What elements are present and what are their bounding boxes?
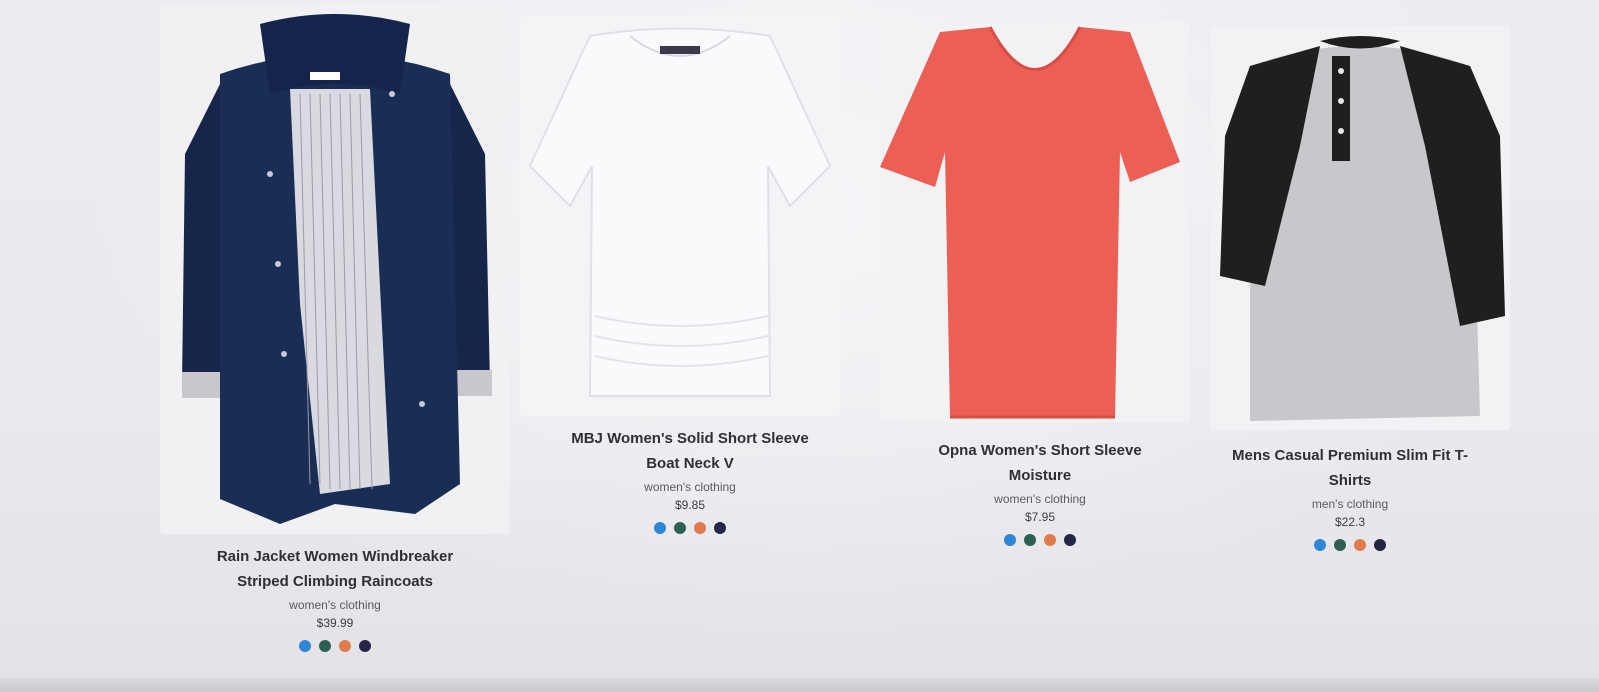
product-title-line1[interactable]: Mens Casual Premium Slim Fit T- xyxy=(1200,443,1500,468)
product-card-rain-jacket[interactable]: Rain Jacket Women Windbreaker Striped Cl… xyxy=(150,0,520,670)
product-card-boat-neck[interactable]: MBJ Women's Solid Short Sleeve Boat Neck… xyxy=(520,0,860,560)
product-price: $7.95 xyxy=(1024,510,1056,524)
swatch-navy[interactable] xyxy=(1064,534,1076,546)
swatch-dark-green[interactable] xyxy=(1334,539,1346,551)
color-swatches xyxy=(1200,539,1500,551)
product-price: $22.3 xyxy=(1334,515,1366,529)
product-category: men's clothing xyxy=(1311,497,1389,511)
product-image-henley[interactable] xyxy=(1210,26,1510,430)
product-price: $39.99 xyxy=(316,616,354,630)
product-title-line1[interactable]: Opna Women's Short Sleeve xyxy=(870,438,1210,463)
swatch-blue[interactable] xyxy=(299,640,311,652)
swatch-blue[interactable] xyxy=(1004,534,1016,546)
product-title-line2[interactable]: Striped Climbing Raincoats xyxy=(150,569,520,594)
swatch-orange[interactable] xyxy=(1044,534,1056,546)
product-image-rain-jacket[interactable] xyxy=(160,4,510,534)
swatch-dark-green[interactable] xyxy=(1024,534,1036,546)
swatch-blue[interactable] xyxy=(1314,539,1326,551)
swatch-navy[interactable] xyxy=(1374,539,1386,551)
product-price: $9.85 xyxy=(674,498,706,512)
color-swatches xyxy=(150,640,520,652)
swatch-navy[interactable] xyxy=(359,640,371,652)
product-card-v-neck[interactable]: Opna Women's Short Sleeve Moisture women… xyxy=(870,0,1210,560)
product-category: women's clothing xyxy=(644,480,736,494)
product-image-boat-neck[interactable] xyxy=(520,16,840,416)
swatch-navy[interactable] xyxy=(714,522,726,534)
product-category: women's clothing xyxy=(289,598,381,612)
product-grid-screen: Rain Jacket Women Windbreaker Striped Cl… xyxy=(0,0,1599,692)
swatch-blue[interactable] xyxy=(654,522,666,534)
product-title-line1[interactable]: MBJ Women's Solid Short Sleeve xyxy=(520,426,860,451)
product-title-line1[interactable]: Rain Jacket Women Windbreaker xyxy=(150,544,520,569)
window-bottom-edge xyxy=(0,678,1599,692)
product-card-henley[interactable]: Mens Casual Premium Slim Fit T- Shirts m… xyxy=(1200,0,1520,560)
color-swatches xyxy=(520,522,860,534)
swatch-orange[interactable] xyxy=(1354,539,1366,551)
swatch-dark-green[interactable] xyxy=(674,522,686,534)
swatch-orange[interactable] xyxy=(694,522,706,534)
product-title-line2[interactable]: Boat Neck V xyxy=(520,451,860,476)
swatch-dark-green[interactable] xyxy=(319,640,331,652)
product-category: women's clothing xyxy=(994,492,1086,506)
product-title-line2[interactable]: Moisture xyxy=(870,463,1210,488)
product-image-v-neck[interactable] xyxy=(880,22,1190,422)
color-swatches xyxy=(870,534,1210,546)
swatch-orange[interactable] xyxy=(339,640,351,652)
product-title-line2[interactable]: Shirts xyxy=(1200,468,1500,493)
